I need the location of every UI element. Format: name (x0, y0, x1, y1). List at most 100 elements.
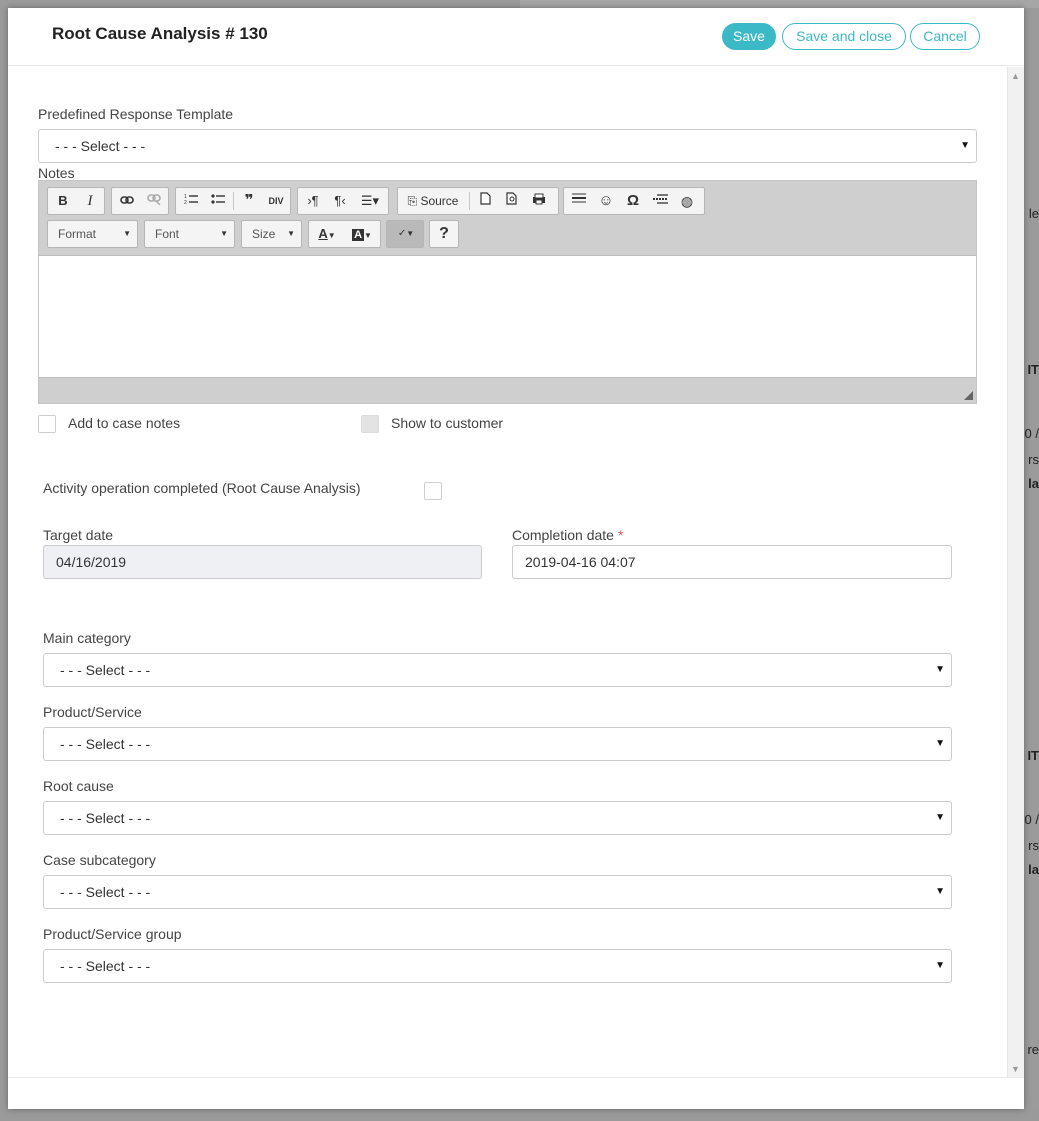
align-icon[interactable]: ☰▾ (354, 188, 386, 214)
size-combo[interactable]: Size ▼ (241, 220, 302, 248)
root-cause-select[interactable]: - - - Select - - - ▼ (43, 801, 952, 835)
scroll-up-icon[interactable]: ▲ (1011, 71, 1020, 81)
chevron-down-icon: ▼ (123, 229, 131, 238)
bullet-list-icon[interactable] (205, 188, 231, 214)
main-category-select[interactable]: - - - Select - - - ▼ (43, 653, 952, 687)
iframe-icon[interactable]: ◍ (674, 188, 700, 214)
page-break-icon[interactable] (647, 188, 673, 214)
size-label: Size (252, 227, 276, 241)
save-button[interactable]: Save (722, 23, 776, 50)
chevron-down-icon: ▼ (935, 664, 945, 675)
template-select-value: - - - Select - - - (55, 138, 146, 154)
spellcheck-icon[interactable]: ✓▼ (389, 221, 423, 247)
target-date-input[interactable]: 04/16/2019 (43, 545, 482, 579)
chevron-down-icon: ▼ (935, 886, 945, 897)
toolbar-group-spellcheck: ✓▼ (386, 220, 424, 248)
ltr-icon[interactable]: ›¶ (300, 188, 326, 214)
background-footer (0, 1109, 1039, 1121)
completion-date-label: Completion date * (512, 527, 623, 543)
toolbar-group-links (111, 187, 169, 215)
toolbar-group-colors: A▼ A ▼ (308, 220, 381, 248)
main-category-label: Main category (43, 630, 131, 646)
chevron-down-icon: ▼ (935, 960, 945, 971)
toolbar-group-direction: ›¶ ¶‹ ☰▾ (297, 187, 389, 215)
product-service-group-label: Product/Service group (43, 926, 182, 942)
background-text: re (1027, 1042, 1039, 1057)
target-date-label: Target date (43, 527, 114, 543)
toolbar-group-insert: ☺ Ω ◍ (563, 187, 705, 215)
numbered-list-icon[interactable]: 12 (178, 188, 204, 214)
toolbar-separator (469, 192, 470, 210)
background-text: 0 / (1024, 426, 1039, 441)
add-to-case-notes-label: Add to case notes (68, 415, 181, 431)
activity-completed-label: Activity operation completed (Root Cause… (43, 480, 361, 496)
font-combo[interactable]: Font ▼ (144, 220, 235, 248)
chevron-down-icon: ▼ (960, 140, 970, 151)
print-icon[interactable] (526, 188, 552, 214)
toolbar-group-help: ? (429, 220, 459, 248)
special-char-icon[interactable]: Ω (620, 188, 646, 214)
product-service-value: - - - Select - - - (60, 736, 151, 752)
cancel-button[interactable]: Cancel (910, 23, 980, 50)
background-text: IT (1027, 362, 1039, 377)
horizontal-line-icon[interactable] (566, 188, 592, 214)
editor-statusbar (39, 377, 976, 403)
product-service-group-value: - - - Select - - - (60, 958, 151, 974)
root-cause-label: Root cause (43, 778, 114, 794)
background-text: rs (1028, 452, 1039, 467)
completion-date-input[interactable]: 2019-04-16 04:07 (512, 545, 952, 579)
template-select[interactable]: - - - Select - - - ▼ (38, 129, 977, 163)
source-button[interactable]: ⎘ Source (400, 188, 466, 214)
root-cause-modal: Root Cause Analysis # 130 Save Save and … (8, 8, 1024, 1109)
main-category-value: - - - Select - - - (60, 662, 151, 678)
show-to-customer-checkbox[interactable] (361, 415, 379, 433)
div-icon[interactable]: DIV (263, 188, 289, 214)
product-service-select[interactable]: - - - Select - - - ▼ (43, 727, 952, 761)
notes-label: Notes (38, 165, 75, 181)
notes-editor: B I 12 ❞ DIV ›¶ ¶‹ ☰▾ ⎘ Source ☺ Ω ◍ For… (38, 180, 977, 404)
smiley-icon[interactable]: ☺ (593, 188, 619, 214)
chevron-down-icon: ▼ (287, 229, 295, 238)
format-combo[interactable]: Format ▼ (47, 220, 138, 248)
save-and-close-button[interactable]: Save and close (782, 23, 906, 50)
preview-icon[interactable] (499, 188, 525, 214)
toolbar-group-basic: B I (47, 187, 105, 215)
modal-scrollbar[interactable]: ▲ ▼ (1007, 67, 1024, 1078)
link-icon[interactable] (114, 188, 140, 214)
text-color-icon[interactable]: A▼ (311, 221, 343, 247)
chevron-down-icon: ▼ (935, 738, 945, 749)
background-text: la (1028, 862, 1039, 877)
help-icon[interactable]: ? (431, 221, 457, 247)
add-to-case-notes-checkbox[interactable] (38, 415, 56, 433)
chevron-down-icon: ▼ (935, 812, 945, 823)
background-text: le (1028, 206, 1039, 221)
product-service-group-select[interactable]: - - - Select - - - ▼ (43, 949, 952, 983)
background-text: 0 / (1024, 812, 1039, 827)
chevron-down-icon: ▼ (220, 229, 228, 238)
activity-completed-checkbox[interactable] (424, 482, 442, 500)
case-subcategory-select[interactable]: - - - Select - - - ▼ (43, 875, 952, 909)
template-label: Predefined Response Template (38, 106, 234, 122)
blockquote-icon[interactable]: ❞ (236, 188, 262, 214)
modal-header: Root Cause Analysis # 130 Save Save and … (8, 8, 1024, 66)
notes-editor-body[interactable] (39, 256, 976, 377)
rtl-icon[interactable]: ¶‹ (327, 188, 353, 214)
background-text: rs (1028, 838, 1039, 853)
background-text: IT (1027, 748, 1039, 763)
toolbar-group-document: ⎘ Source (397, 187, 559, 215)
root-cause-value: - - - Select - - - (60, 810, 151, 826)
new-page-icon[interactable] (472, 188, 498, 214)
resize-handle-icon[interactable] (964, 391, 973, 400)
italic-button[interactable]: I (77, 188, 103, 214)
unlink-icon[interactable] (141, 188, 167, 214)
svg-text:2: 2 (184, 200, 187, 205)
font-label: Font (155, 227, 180, 241)
product-service-label: Product/Service (43, 704, 142, 720)
bold-button[interactable]: B (50, 188, 76, 214)
required-mark: * (617, 527, 624, 543)
scroll-down-icon[interactable]: ▼ (1011, 1064, 1020, 1074)
completion-date-label-text: Completion date (512, 527, 614, 543)
background-color-icon[interactable]: A ▼ (345, 221, 379, 247)
editor-toolbar: B I 12 ❞ DIV ›¶ ¶‹ ☰▾ ⎘ Source ☺ Ω ◍ For… (39, 181, 976, 256)
toolbar-separator (233, 192, 234, 210)
